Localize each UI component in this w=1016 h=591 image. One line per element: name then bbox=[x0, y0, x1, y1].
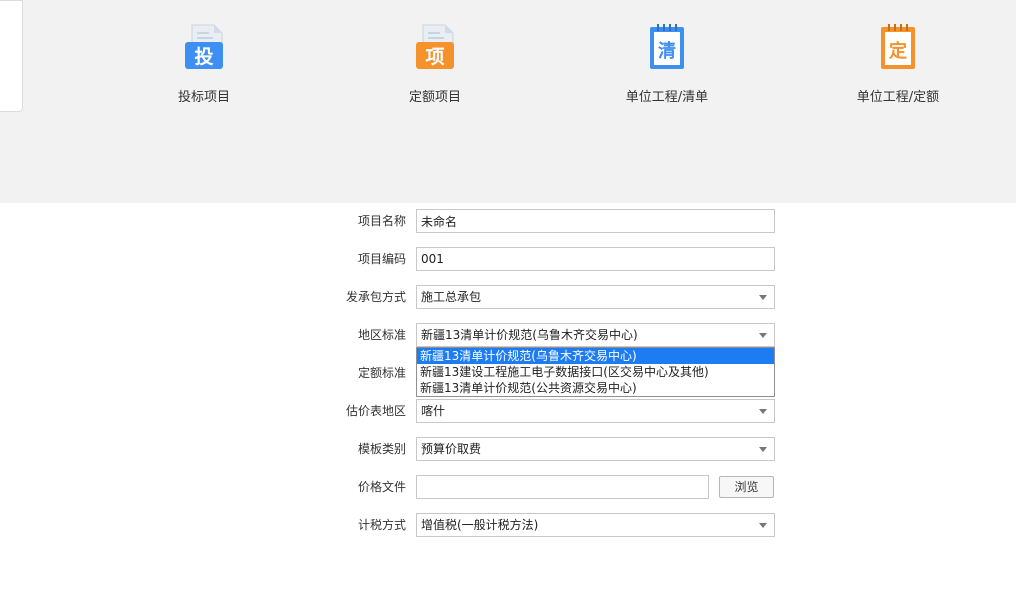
project-type-quota[interactable]: 项 定额项目 bbox=[355, 22, 515, 105]
project-type-bid[interactable]: 投 投标项目 bbox=[124, 22, 284, 105]
dropdown-option[interactable]: 新疆13清单计价规范(公共资源交易中心) bbox=[417, 380, 774, 396]
quota-notebook-icon: 定 bbox=[881, 24, 915, 69]
tax-method-row: 计税方式 增值税(一般计税方法) bbox=[0, 513, 1016, 537]
quota-document-icon: 项 bbox=[416, 24, 454, 69]
project-name-input[interactable] bbox=[416, 209, 775, 233]
bid-document-icon: 投 bbox=[185, 24, 223, 69]
browse-button[interactable]: 浏览 bbox=[719, 476, 774, 498]
valuation-region-value: 喀什 bbox=[421, 404, 446, 418]
chevron-down-icon bbox=[759, 295, 767, 300]
project-type-label: 定额项目 bbox=[408, 90, 461, 105]
quota-icon-glyph: 项 bbox=[425, 46, 444, 68]
price-file-label: 价格文件 bbox=[357, 480, 406, 494]
valuation-region-label: 估价表地区 bbox=[345, 404, 406, 418]
project-type-label: 投标项目 bbox=[177, 90, 230, 105]
contract-mode-row: 发承包方式 施工总承包 bbox=[0, 285, 1016, 309]
template-category-row: 模板类别 预算价取费 bbox=[0, 437, 1016, 461]
dropdown-option[interactable]: 新疆13建设工程施工电子数据接口(区交易中心及其他) bbox=[417, 364, 774, 380]
tax-method-select[interactable]: 增值税(一般计税方法) bbox=[416, 513, 775, 537]
contract-mode-value: 施工总承包 bbox=[421, 290, 482, 304]
valuation-region-row: 估价表地区 喀什 bbox=[0, 399, 1016, 423]
project-code-label: 项目编码 bbox=[357, 252, 406, 266]
chevron-down-icon bbox=[759, 447, 767, 452]
template-category-label: 模板类别 bbox=[357, 442, 406, 456]
project-code-row: 项目编码 bbox=[0, 247, 1016, 271]
quota-standard-label: 定额标准 bbox=[357, 366, 406, 380]
chevron-down-icon bbox=[759, 409, 767, 414]
region-standard-dropdown: 新疆13清单计价规范(乌鲁木齐交易中心) 新疆13建设工程施工电子数据接口(区交… bbox=[416, 347, 775, 397]
contract-mode-select[interactable]: 施工总承包 bbox=[416, 285, 775, 309]
project-type-unit-quota[interactable]: 定 单位工程/定额 bbox=[818, 22, 978, 105]
chevron-down-icon bbox=[759, 523, 767, 528]
bill-icon-glyph: 清 bbox=[658, 41, 676, 62]
chevron-down-icon bbox=[759, 333, 767, 338]
region-standard-value: 新疆13清单计价规范(乌鲁木齐交易中心) bbox=[421, 328, 638, 342]
bid-icon-glyph: 投 bbox=[194, 45, 213, 68]
side-collapse-tab[interactable] bbox=[0, 0, 23, 112]
project-name-row: 项目名称 bbox=[0, 209, 1016, 233]
region-standard-label: 地区标准 bbox=[357, 328, 406, 342]
project-name-label: 项目名称 bbox=[357, 214, 406, 228]
template-category-select[interactable]: 预算价取费 bbox=[416, 437, 775, 461]
price-file-input[interactable] bbox=[416, 475, 709, 499]
bill-notebook-icon: 清 bbox=[650, 24, 684, 69]
price-file-row: 价格文件 浏览 bbox=[0, 475, 1016, 499]
tax-method-label: 计税方式 bbox=[357, 518, 406, 532]
dropdown-option[interactable]: 新疆13清单计价规范(乌鲁木齐交易中心) bbox=[417, 348, 774, 364]
project-type-panel: 投 投标项目 项 定额项目 清 单位工程/清单 定 单位工程/定额 bbox=[0, 0, 1016, 203]
tax-method-value: 增值税(一般计税方法) bbox=[421, 518, 539, 532]
project-type-unit-bill[interactable]: 清 单位工程/清单 bbox=[587, 22, 747, 105]
project-type-label: 单位工程/定额 bbox=[856, 90, 940, 105]
template-category-value: 预算价取费 bbox=[421, 442, 482, 456]
project-code-input[interactable] bbox=[416, 247, 775, 271]
project-type-label: 单位工程/清单 bbox=[625, 90, 709, 105]
region-standard-select[interactable]: 新疆13清单计价规范(乌鲁木齐交易中心) bbox=[416, 323, 775, 347]
quota-notebook-icon-glyph: 定 bbox=[889, 40, 907, 62]
region-standard-row: 地区标准 新疆13清单计价规范(乌鲁木齐交易中心) bbox=[0, 323, 1016, 347]
valuation-region-select[interactable]: 喀什 bbox=[416, 399, 775, 423]
contract-mode-label: 发承包方式 bbox=[345, 290, 406, 304]
